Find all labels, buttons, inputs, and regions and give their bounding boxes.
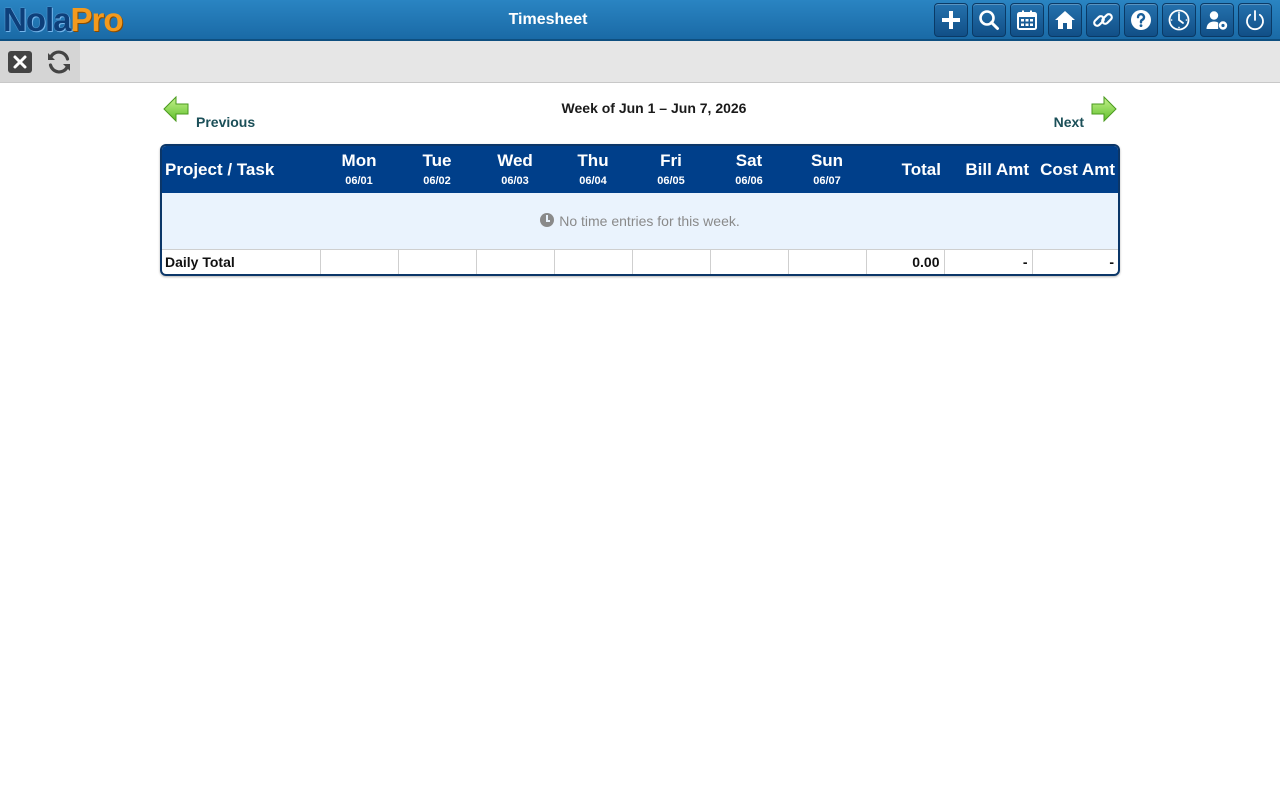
plus-icon — [942, 11, 960, 29]
home-button[interactable] — [1048, 3, 1082, 37]
day-name: Sun — [810, 150, 844, 170]
daily-total-sat — [709, 248, 788, 274]
cost-amt-total: - — [1031, 248, 1118, 274]
power-icon — [1246, 10, 1264, 31]
secondary-toolbar — [0, 41, 1280, 83]
add-button[interactable] — [934, 3, 968, 37]
refresh-icon — [48, 50, 70, 74]
clock-icon — [540, 212, 555, 227]
user-settings-button[interactable] — [1200, 3, 1234, 37]
day-date: 06/04 — [579, 174, 607, 187]
day-header-thu: Thu 06/04 — [554, 146, 632, 193]
daily-total-fri — [631, 248, 710, 274]
daily-total-thu — [553, 248, 632, 274]
calendar-icon — [1017, 10, 1037, 30]
top-bar: Nola Pro Timesheet — [0, 0, 1280, 41]
day-date: 06/03 — [501, 174, 529, 187]
link-button[interactable] — [1086, 3, 1120, 37]
empty-state-row: No time entries for this week. — [162, 193, 1118, 249]
next-week-button[interactable]: Next — [1054, 95, 1117, 129]
toolbar-icons — [934, 3, 1272, 37]
user-settings-icon — [1206, 11, 1228, 30]
day-header-mon: Mon 06/01 — [320, 146, 398, 193]
calendar-button[interactable] — [1010, 3, 1044, 37]
page-title: Timesheet — [508, 11, 588, 28]
table-header-row: Project / Task Mon 06/01 Tue 06/02 Wed 06/0… — [162, 146, 1118, 193]
bill-amt-total: - — [943, 248, 1032, 274]
day-name: Tue — [422, 150, 452, 170]
day-header-sat: Sat 06/06 — [710, 146, 788, 193]
help-button[interactable] — [1124, 3, 1158, 37]
bill-amt-header: Bill Amt — [965, 159, 1029, 179]
day-name: Thu — [577, 150, 609, 170]
day-header-fri: Fri 06/05 — [632, 146, 710, 193]
day-header-sun: Sun 06/07 — [788, 146, 866, 193]
search-button[interactable] — [972, 3, 1006, 37]
empty-state-message: No time entries for this week. — [559, 212, 740, 229]
timesheet-table: Project / Task Mon 06/01 Tue 06/02 Wed 06/0… — [160, 144, 1120, 276]
cost-amt-header: Cost Amt — [1040, 159, 1115, 179]
daily-total-label: Daily Total — [162, 248, 320, 274]
link-icon — [1093, 13, 1113, 27]
daily-total-wed — [475, 248, 554, 274]
close-icon — [8, 51, 32, 73]
daily-total-row: Daily Total 0.00 - - — [162, 248, 1118, 274]
daily-total-mon — [319, 248, 398, 274]
arrow-right-icon — [1091, 95, 1117, 123]
refresh-button[interactable] — [45, 48, 73, 76]
day-date: 06/06 — [735, 174, 763, 187]
day-name: Fri — [660, 150, 682, 170]
search-icon — [979, 10, 999, 30]
daily-total-tue — [397, 248, 476, 274]
day-name: Mon — [341, 150, 377, 170]
timeclock-button[interactable] — [1162, 3, 1196, 37]
help-icon — [1131, 10, 1151, 30]
project-task-header: Project / Task — [165, 159, 275, 179]
clock-icon — [1168, 9, 1190, 31]
day-name: Sat — [735, 150, 763, 170]
day-header-wed: Wed 06/03 — [476, 146, 554, 193]
next-label: Next — [1053, 114, 1084, 130]
empty-state-cell: No time entries for this week. — [162, 193, 1118, 249]
previous-label: Previous — [196, 114, 256, 130]
day-date: 06/07 — [813, 174, 841, 187]
logout-button[interactable] — [1238, 3, 1272, 37]
day-header-tue: Tue 06/02 — [398, 146, 476, 193]
daily-total-sun — [787, 248, 866, 274]
grand-total: 0.00 — [865, 248, 944, 274]
close-button[interactable] — [6, 48, 34, 76]
total-header: Total — [901, 159, 941, 179]
home-icon — [1055, 11, 1075, 29]
day-name: Wed — [497, 150, 533, 170]
day-date: 06/02 — [423, 174, 451, 187]
day-date: 06/05 — [657, 174, 685, 187]
day-date: 06/01 — [345, 174, 373, 187]
